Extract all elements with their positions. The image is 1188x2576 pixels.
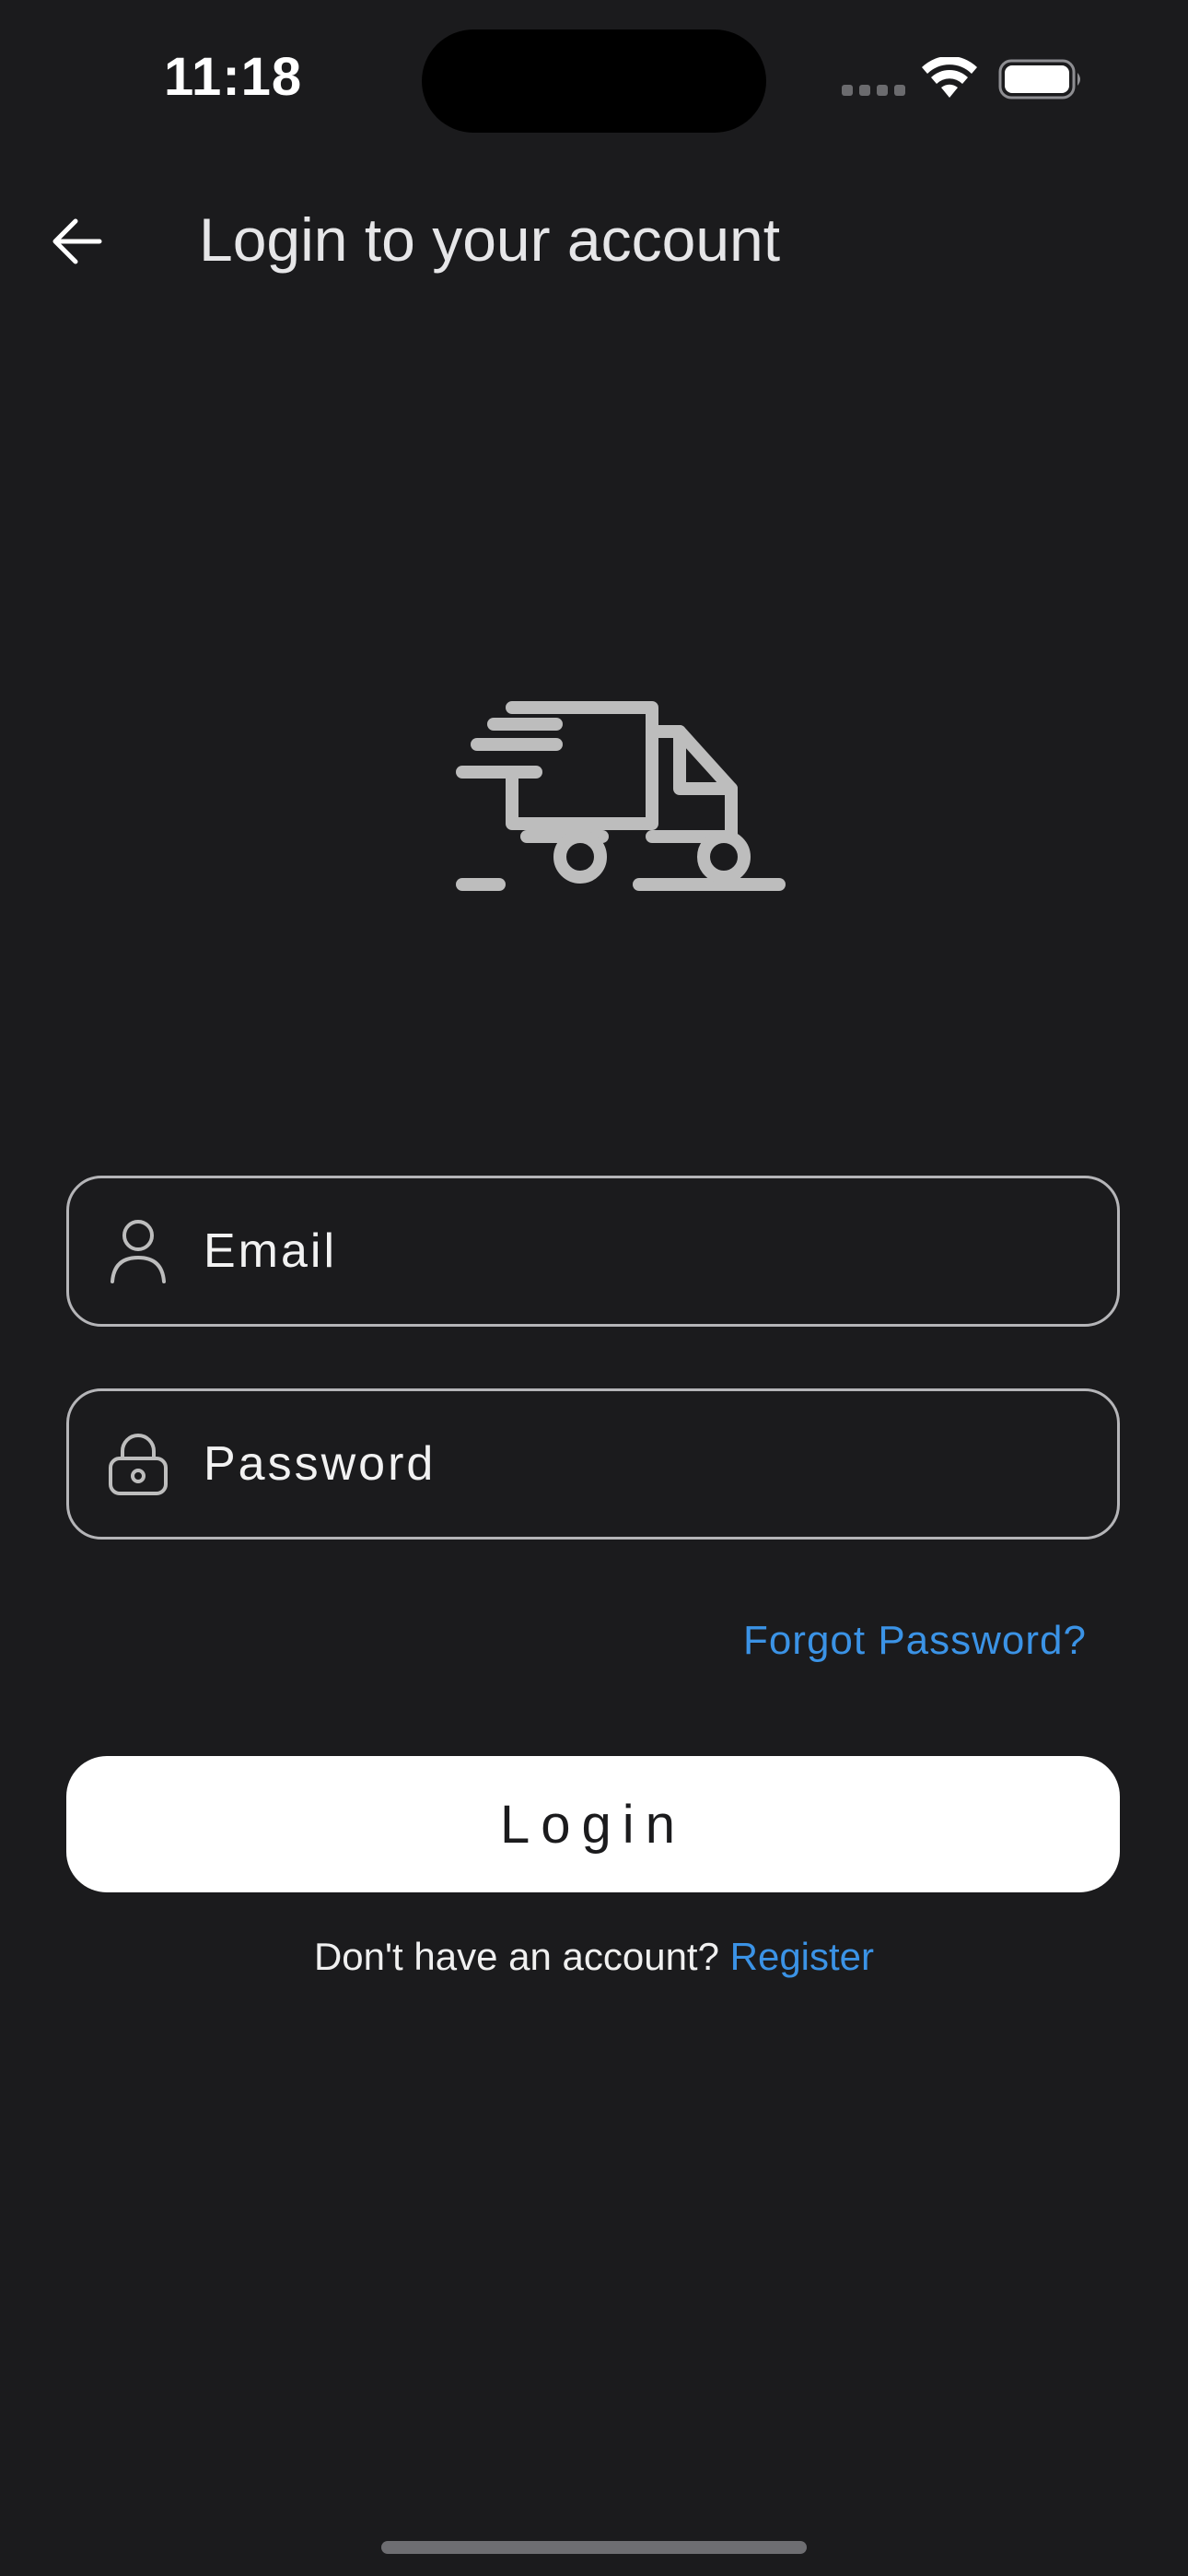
wifi-icon — [922, 57, 977, 98]
password-field[interactable] — [66, 1388, 1120, 1540]
register-prompt-text: Don't have an account? — [313, 1935, 730, 1978]
user-icon — [104, 1217, 172, 1285]
register-prompt: Don't have an account? Register — [0, 1935, 1188, 1979]
status-time: 11:18 — [164, 47, 303, 107]
password-input[interactable] — [202, 1435, 1117, 1493]
home-indicator[interactable] — [381, 2541, 807, 2554]
cellular-signal-icon — [842, 85, 906, 96]
email-field[interactable] — [66, 1176, 1120, 1327]
register-link[interactable]: Register — [730, 1935, 874, 1978]
battery-icon — [998, 59, 1080, 100]
delivery-truck-icon — [456, 701, 786, 891]
arrow-left-icon — [52, 218, 102, 264]
lock-icon — [104, 1430, 172, 1498]
page-title: Login to your account — [199, 205, 781, 274]
forgot-password-link[interactable]: Forgot Password? — [743, 1618, 1087, 1664]
back-button[interactable] — [44, 208, 111, 275]
login-button[interactable]: Login — [66, 1756, 1120, 1892]
dynamic-island — [422, 29, 766, 133]
email-input[interactable] — [202, 1223, 1117, 1280]
